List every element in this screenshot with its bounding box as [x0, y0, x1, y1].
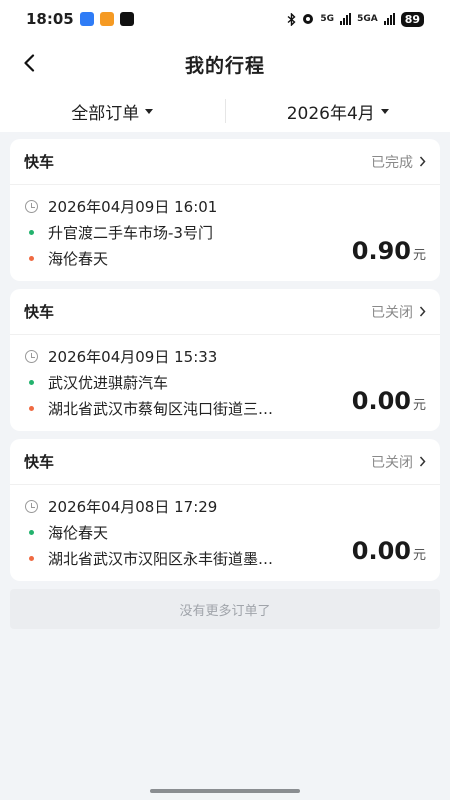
caret-down-icon [380, 108, 389, 114]
status-right: 5G 5GA 89 [287, 11, 424, 27]
signal-icon [383, 13, 395, 25]
price-amount: 0.00 [351, 537, 411, 565]
destination-dot-icon [29, 555, 34, 561]
chevron-left-icon [24, 54, 35, 72]
origin-dot-icon [29, 379, 34, 385]
status-bar: 18:05 5G 5GA 89 [0, 0, 450, 38]
month-label: 2026年4月 [286, 103, 375, 124]
network-type: 5G [320, 14, 335, 24]
chevron-right-icon [419, 306, 426, 317]
chevron-right-icon [419, 456, 426, 467]
order-datetime: 2026年04月09日 15:33 [48, 347, 218, 366]
order-card[interactable]: 快车 已关闭 2026年04月09日 15:33 武汉优进骐蔚汽车 湖北省武汉市… [10, 289, 440, 431]
clock-icon [25, 499, 38, 513]
battery-indicator: 89 [400, 11, 424, 27]
order-card-body: 2026年04月09日 15:33 武汉优进骐蔚汽车 湖北省武汉市蔡甸区沌口街道… [10, 335, 440, 431]
origin-dot-icon [29, 229, 34, 235]
price-amount: 0.00 [351, 387, 411, 415]
order-time-row: 2026年04月09日 16:01 [24, 193, 426, 219]
price-amount: 0.90 [351, 237, 411, 265]
status-time: 18:05 [26, 10, 74, 28]
origin-dot-icon [29, 529, 34, 535]
order-status[interactable]: 已关闭 [371, 302, 426, 322]
page-title: 我的行程 [184, 54, 265, 77]
order-datetime: 2026年04月08日 17:29 [48, 497, 218, 516]
network-type-secondary: 5GA [357, 14, 378, 24]
origin-address: 升官渡二手车市场-3号门 [48, 223, 213, 242]
order-status-label: 已关闭 [371, 304, 413, 321]
app-notification-icon [79, 12, 94, 26]
order-status[interactable]: 已关闭 [371, 452, 426, 472]
order-card[interactable]: 快车 已关闭 2026年04月08日 17:29 海伦春天 湖北省武汉市汉阳区永… [10, 439, 440, 581]
location-icon [303, 14, 314, 24]
filter-bar: 全部订单 2026年4月 [0, 90, 450, 132]
tiktok-icon [119, 12, 134, 26]
clock-icon [25, 349, 38, 363]
order-type: 快车 [24, 453, 55, 471]
order-card-body: 2026年04月08日 17:29 海伦春天 湖北省武汉市汉阳区永丰街道墨… 0… [10, 485, 440, 581]
order-card-header: 快车 已完成 [10, 139, 440, 185]
chevron-right-icon [419, 156, 426, 167]
order-status[interactable]: 已完成 [371, 152, 426, 172]
order-card-body: 2026年04月09日 16:01 升官渡二手车市场-3号门 海伦春天 0.90… [10, 185, 440, 281]
order-type: 快车 [24, 153, 55, 171]
destination-dot-icon [29, 405, 34, 411]
order-time-row: 2026年04月08日 17:29 [24, 493, 426, 519]
back-button[interactable] [14, 48, 44, 78]
order-price: 0.00 元 [352, 537, 426, 565]
order-price: 0.90 元 [352, 237, 426, 265]
order-status-label: 已完成 [371, 154, 413, 171]
order-price: 0.00 元 [352, 387, 426, 415]
order-card-header: 快车 已关闭 [10, 439, 440, 485]
destination-address: 湖北省武汉市汉阳区永丰街道墨… [48, 549, 274, 568]
month-dropdown[interactable]: 2026年4月 [226, 99, 450, 124]
order-type-dropdown[interactable]: 全部订单 [0, 99, 225, 124]
app-notification-icon [99, 12, 114, 26]
status-left: 18:05 [26, 10, 134, 28]
bluetooth-icon [287, 12, 296, 26]
order-status-label: 已关闭 [371, 454, 413, 471]
nav-bar: 我的行程 [0, 38, 450, 90]
destination-address: 湖北省武汉市蔡甸区沌口街道三… [48, 399, 274, 418]
order-type: 快车 [24, 303, 55, 321]
caret-down-icon [145, 108, 154, 114]
order-type-label: 全部订单 [71, 103, 140, 124]
price-unit: 元 [412, 548, 426, 563]
destination-address: 海伦春天 [48, 249, 109, 268]
order-card[interactable]: 快车 已完成 2026年04月09日 16:01 升官渡二手车市场-3号门 海伦… [10, 139, 440, 281]
header: 18:05 5G 5GA 89 我的行程 全部订单 2026年4月 [0, 0, 450, 132]
signal-icon [340, 13, 352, 25]
clock-icon [25, 199, 38, 213]
order-datetime: 2026年04月09日 16:01 [48, 197, 218, 216]
price-unit: 元 [412, 248, 426, 263]
order-time-row: 2026年04月09日 15:33 [24, 343, 426, 369]
origin-address: 武汉优进骐蔚汽车 [48, 373, 169, 392]
no-more-orders: 没有更多订单了 [10, 589, 440, 629]
order-list: 快车 已完成 2026年04月09日 16:01 升官渡二手车市场-3号门 海伦… [0, 132, 450, 581]
origin-address: 海伦春天 [48, 523, 109, 542]
destination-dot-icon [29, 255, 34, 261]
price-unit: 元 [412, 398, 426, 413]
home-indicator[interactable] [150, 789, 300, 793]
order-card-header: 快车 已关闭 [10, 289, 440, 335]
